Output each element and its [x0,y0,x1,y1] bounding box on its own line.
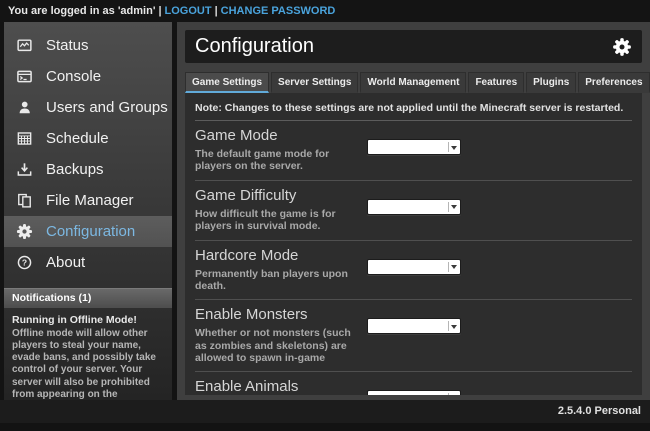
setting-row-hardcore-mode: Hardcore Mode Permanently ban players up… [195,241,632,301]
game-difficulty-select[interactable] [367,199,461,215]
sidebar-item-label: Configuration [46,223,135,240]
enable-monsters-select[interactable] [367,318,461,334]
chevron-down-icon [448,142,458,152]
sidebar-item-label: Users and Groups [46,99,168,116]
svg-text:?: ? [22,257,27,267]
sidebar-item-label: Console [46,68,101,85]
about-icon: ? [16,254,33,271]
gear-icon [16,223,33,240]
chevron-down-icon [448,262,458,272]
sidebar-item-file-manager[interactable]: File Manager [4,185,172,216]
enable-animals-select[interactable] [367,390,461,395]
page-title: Configuration [195,35,612,58]
setting-description: The default game mode for players on the… [195,148,365,173]
tab-plugins[interactable]: Plugins [526,72,576,93]
tab-game-settings[interactable]: Game Settings [185,72,269,93]
separator: | [155,5,164,17]
setting-description: Permanently ban players upon death. [195,268,365,293]
version-text: 2.5.4.0 Personal [558,405,641,417]
setting-title: Game Difficulty [195,187,365,204]
sidebar-item-label: Schedule [46,130,109,147]
status-icon [16,37,33,54]
logged-in-text: You are logged in as 'admin' [8,5,155,17]
file-manager-icon [16,192,33,209]
sidebar-item-configuration[interactable]: Configuration [4,216,172,247]
users-icon [16,99,33,116]
tab-features[interactable]: Features [468,72,524,93]
setting-row-enable-animals: Enable Animals Whether or not friendly a… [195,372,632,395]
sidebar-item-status[interactable]: Status [4,30,172,61]
status-bar: 2.5.4.0 Personal [0,400,650,423]
setting-title: Enable Monsters [195,306,365,323]
tab-server-settings[interactable]: Server Settings [271,72,358,93]
tab-world-management[interactable]: World Management [360,72,466,93]
sidebar-item-label: About [46,254,85,271]
setting-title: Enable Animals [195,378,365,395]
notification-title: Running in Offline Mode! [12,314,164,327]
setting-description: How difficult the game is for players in… [195,208,365,233]
setting-title: Game Mode [195,127,365,144]
restart-note: Note: Changes to these settings are not … [195,98,632,121]
setting-description: Whether or not monsters (such as zombies… [195,327,365,364]
hardcore-mode-select[interactable] [367,259,461,275]
sidebar-item-label: File Manager [46,192,134,209]
main-panel: Configuration Game Settings Server Setti… [177,22,650,400]
backups-icon [16,161,33,178]
tab-preferences[interactable]: Preferences [578,72,649,93]
console-icon [16,68,33,85]
setting-title: Hardcore Mode [195,247,365,264]
schedule-icon [16,130,33,147]
settings-content: Note: Changes to these settings are not … [185,93,642,395]
setting-row-game-mode: Game Mode The default game mode for play… [195,121,632,181]
logout-link[interactable]: LOGOUT [165,5,212,17]
game-mode-select[interactable] [367,139,461,155]
chevron-down-icon [448,393,458,395]
sidebar-item-label: Backups [46,161,104,178]
setting-row-game-difficulty: Game Difficulty How difficult the game i… [195,181,632,241]
sidebar-item-label: Status [46,37,89,54]
sidebar-item-users-and-groups[interactable]: Users and Groups [4,92,172,123]
change-password-link[interactable]: CHANGE PASSWORD [221,5,336,17]
setting-row-enable-monsters: Enable Monsters Whether or not monsters … [195,300,632,372]
sidebar-item-backups[interactable]: Backups [4,154,172,185]
sidebar-item-schedule[interactable]: Schedule [4,123,172,154]
topbar: You are logged in as 'admin'|LOGOUT|CHAN… [0,0,650,22]
chevron-down-icon [448,202,458,212]
chevron-down-icon [448,321,458,331]
separator: | [212,5,221,17]
sidebar-item-console[interactable]: Console [4,61,172,92]
notifications-header: Notifications (1) [4,288,172,308]
settings-gear-icon[interactable] [612,37,632,57]
sidebar-item-about[interactable]: ? About [4,247,172,278]
tab-bar: Game Settings Server Settings World Mana… [185,72,642,93]
page-header: Configuration [185,30,642,63]
sidebar: Status Console Users and Groups [4,22,172,400]
